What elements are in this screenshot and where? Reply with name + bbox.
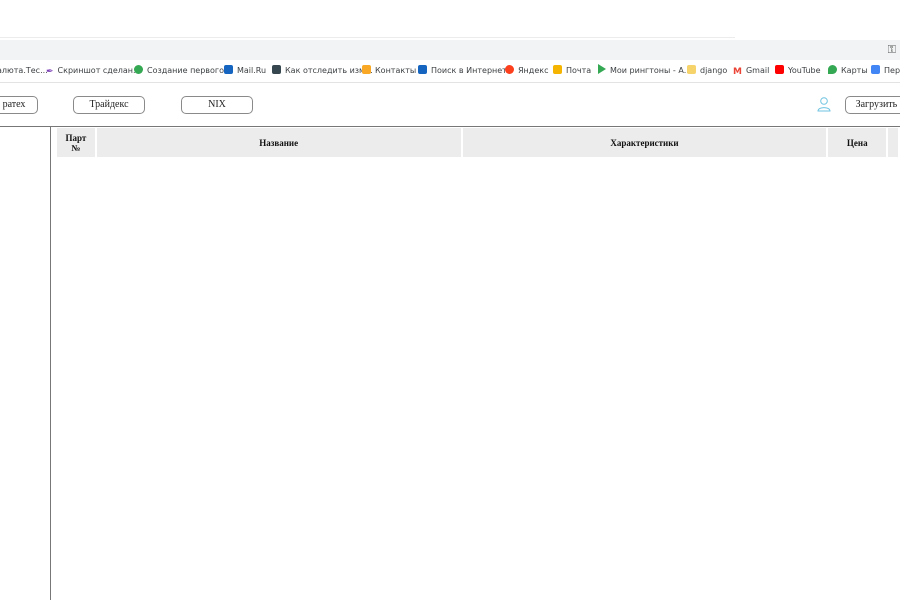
play-icon <box>598 64 606 74</box>
bookmark-item[interactable]: ✒ Скриншот сделан... <box>46 64 141 78</box>
bookmark-label: Пер <box>884 66 900 75</box>
content-top-divider <box>0 126 900 127</box>
bookmark-item[interactable]: Создание первого... <box>134 64 232 78</box>
image-icon <box>272 65 281 74</box>
yandex-mail-icon <box>553 65 562 74</box>
site-navbar: ратех Трайдекс NIX Загрузить К <box>0 83 900 126</box>
nav-button-supplier[interactable]: ратех <box>0 96 38 114</box>
bookmark-label: YouTube <box>788 66 821 75</box>
column-header-price[interactable]: Цена <box>828 128 887 157</box>
window-top-area <box>0 0 900 40</box>
bookmark-item[interactable]: Контакты <box>362 64 416 78</box>
bookmark-label: Mail.Ru <box>237 66 267 75</box>
bookmark-label: Контакты <box>375 66 417 75</box>
gmail-icon: M <box>733 67 742 77</box>
parts-table: Парт № Название Характеристики Цена <box>55 128 900 157</box>
bookmark-item[interactable]: YouTube <box>775 64 821 78</box>
contacts-icon <box>362 65 371 74</box>
bookmark-item[interactable]: алюта.Тес... <box>0 64 48 78</box>
maps-pin-icon <box>828 65 837 74</box>
bookmark-item[interactable]: Как отследить изм... <box>272 64 373 78</box>
tab-strip-divider <box>0 37 735 38</box>
table-header-row: Парт № Название Характеристики Цена <box>57 128 898 157</box>
yandex-icon <box>505 65 514 74</box>
key-icon[interactable]: ⚿ <box>888 43 896 57</box>
bookmark-label: Яндекс <box>518 66 549 75</box>
bookmark-label: Скриншот сделан... <box>57 66 141 75</box>
bookmark-item[interactable]: Мои рингтоны - А... <box>598 64 691 78</box>
bookmark-item[interactable]: Mail.Ru <box>224 64 266 78</box>
nav-button-nix[interactable]: NIX <box>181 96 253 114</box>
bookmark-label: Мои рингтоны - А... <box>610 66 692 75</box>
bookmark-item[interactable]: Карты <box>828 64 868 78</box>
bookmark-label: Карты <box>841 66 868 75</box>
bookmark-item[interactable]: Поиск в Интернете <box>418 64 512 78</box>
bookmark-item[interactable]: Пер <box>871 64 900 78</box>
bookmark-label: Поиск в Интернете <box>431 66 512 75</box>
bookmark-item[interactable]: Почта <box>553 64 591 78</box>
bookmarks-bar: алюта.Тес... ✒ Скриншот сделан... Создани… <box>0 60 900 83</box>
column-header-specs[interactable]: Характеристики <box>462 128 827 157</box>
folder-icon <box>687 65 696 74</box>
green-circle-icon <box>134 65 143 74</box>
column-header-part-number[interactable]: Парт № <box>57 128 95 157</box>
upload-button[interactable]: Загрузить К <box>845 96 900 114</box>
nav-button-traidex[interactable]: Трайдекс <box>73 96 145 114</box>
column-header-name[interactable]: Название <box>96 128 461 157</box>
youtube-icon <box>775 65 784 74</box>
sidebar-divider <box>50 127 51 600</box>
bookmark-label: Как отследить изм... <box>285 66 373 75</box>
bookmark-label: Создание первого... <box>147 66 232 75</box>
feather-icon: ✒ <box>46 67 54 77</box>
bookmark-label: алюта.Тес... <box>0 66 48 75</box>
address-bar-strip: ⚿ <box>0 40 900 60</box>
bookmark-item[interactable]: M Gmail <box>733 64 769 78</box>
bookmark-item[interactable]: django <box>687 64 727 78</box>
column-header-extra[interactable] <box>888 128 898 157</box>
bookmark-label: django <box>700 66 728 75</box>
user-icon[interactable] <box>816 96 832 112</box>
mail-ru-icon <box>418 65 427 74</box>
bookmark-label: Почта <box>566 66 592 75</box>
translate-icon <box>871 65 880 74</box>
bookmark-item[interactable]: Яндекс <box>505 64 548 78</box>
bookmark-label: Gmail <box>745 66 770 75</box>
mail-ru-icon <box>224 65 233 74</box>
